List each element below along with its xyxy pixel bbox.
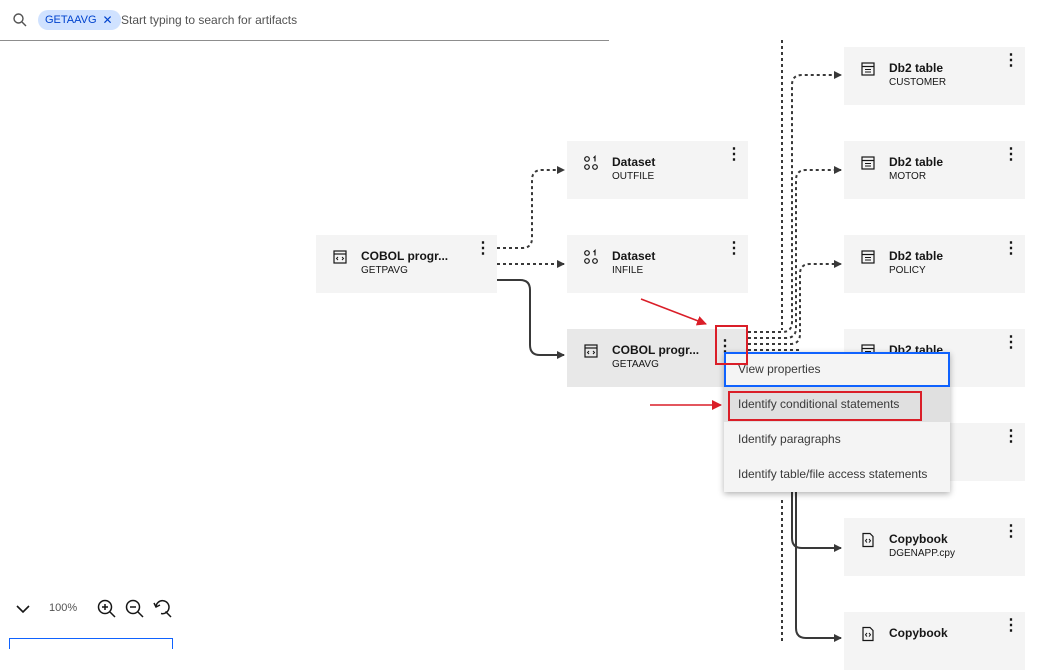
table-icon (861, 156, 875, 170)
node-subtitle: MOTOR (889, 171, 927, 182)
annotation-arrow-1 (640, 298, 707, 326)
node-subtitle: CUSTOMER (889, 77, 947, 88)
search-bar[interactable]: GETAAVG ✕ Start typing to search for art… (0, 0, 609, 41)
node-title: Db2 table (889, 155, 944, 169)
context-menu: View properties Identify conditional sta… (724, 352, 950, 492)
node-title: COBOL progr... (612, 343, 700, 357)
overflow-menu-icon[interactable]: ⋮ (475, 241, 491, 259)
overflow-menu-icon[interactable]: ⋮ (726, 241, 742, 259)
overflow-menu-icon[interactable]: ⋮ (1003, 241, 1019, 259)
node-subtitle: OUTFILE (612, 171, 655, 182)
chevron-down-icon[interactable] (14, 600, 32, 618)
menu-item-identify-table-file-access[interactable]: Identify table/file access statements (724, 457, 950, 492)
zoom-in-icon[interactable] (96, 598, 118, 620)
overflow-menu-icon[interactable]: ⋮ (1003, 618, 1019, 636)
node-title: COBOL progr... (361, 249, 449, 263)
node-db2-customer[interactable]: Db2 table CUSTOMER ⋮ (844, 47, 1025, 105)
dataset-icon (584, 249, 598, 264)
code-icon (333, 250, 347, 264)
overflow-menu-icon[interactable]: ⋮ (1003, 147, 1019, 165)
node-title: Copybook (889, 626, 948, 640)
node-subtitle: INFILE (612, 265, 644, 276)
code-icon (584, 344, 598, 358)
copybook-icon (862, 532, 874, 548)
table-icon (861, 62, 875, 76)
table-icon (861, 250, 875, 264)
overflow-menu-icon[interactable]: ⋮ (1003, 53, 1019, 71)
node-infile[interactable]: Dataset INFILE ⋮ (567, 235, 748, 293)
node-title: Copybook (889, 532, 948, 546)
node-subtitle: POLICY (889, 265, 926, 276)
zoom-reset-icon[interactable] (152, 598, 174, 620)
node-getpavg[interactable]: COBOL progr... GETPAVG ⋮ (316, 235, 497, 293)
node-subtitle: DGENAPP.cpy (889, 548, 955, 559)
overflow-menu-icon[interactable]: ⋮ (726, 147, 742, 165)
node-subtitle: GETAAVG (612, 359, 659, 370)
node-outfile[interactable]: Dataset OUTFILE ⋮ (567, 141, 748, 199)
node-db2-policy[interactable]: Db2 table POLICY ⋮ (844, 235, 1025, 293)
node-title: Db2 table (889, 249, 944, 263)
node-title: Dataset (612, 155, 656, 169)
copybook-icon (862, 626, 874, 642)
filter-tag[interactable]: GETAAVG ✕ (38, 10, 121, 30)
node-getaavg[interactable]: COBOL progr... GETAAVG ⋮ (567, 329, 748, 387)
node-subtitle: GETPAVG (361, 265, 408, 276)
menu-item-identify-conditional-statements[interactable]: Identify conditional statements (724, 387, 950, 422)
filter-tag-label: GETAAVG (45, 14, 97, 26)
overflow-menu-icon[interactable]: ⋮ (1003, 335, 1019, 353)
node-title: Db2 table (889, 61, 944, 75)
dataset-icon (584, 155, 598, 170)
node-db2-motor[interactable]: Db2 table MOTOR ⋮ (844, 141, 1025, 199)
node-title: Dataset (612, 249, 656, 263)
overflow-menu-icon[interactable]: ⋮ (1003, 524, 1019, 542)
zoom-out-icon[interactable] (124, 598, 146, 620)
node-copybook-2[interactable]: Copybook ⋮ (844, 612, 1025, 670)
search-input[interactable]: Start typing to search for artifacts (121, 13, 297, 27)
menu-item-view-properties[interactable]: View properties (724, 352, 950, 387)
overflow-menu-icon[interactable]: ⋮ (1003, 429, 1019, 447)
menu-item-identify-paragraphs[interactable]: Identify paragraphs (724, 422, 950, 457)
zoom-toolbar: 100% (0, 590, 190, 630)
close-icon[interactable]: ✕ (103, 10, 113, 30)
minimap[interactable] (9, 638, 173, 649)
node-copybook-dgenapp[interactable]: Copybook DGENAPP.cpy ⋮ (844, 518, 1025, 576)
zoom-level: 100% (49, 602, 78, 614)
search-icon (13, 13, 27, 27)
